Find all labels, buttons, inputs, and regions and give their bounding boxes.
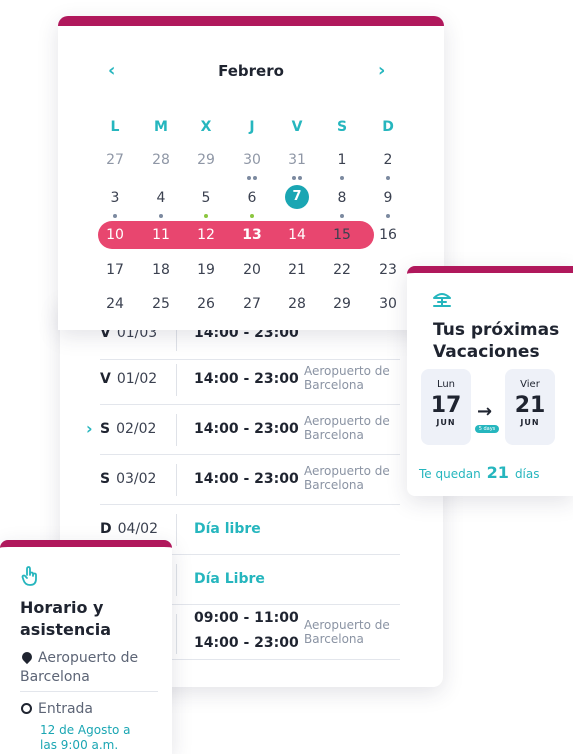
calendar-day[interactable]: 5 — [191, 186, 221, 218]
schedule-time: 14:00 - 23:00 — [194, 371, 299, 387]
calendar-day[interactable]: 27 — [237, 292, 267, 318]
calendar-day[interactable]: 25 — [146, 292, 176, 318]
calendar-day[interactable]: 9 — [373, 186, 403, 218]
remaining-days: Te quedan 21 días — [419, 463, 540, 482]
attendance-card[interactable]: Horario y asistencia Aeropuerto de Barce… — [0, 540, 172, 754]
day-off-label: Día Libre — [194, 571, 265, 587]
clock-icon — [21, 703, 32, 714]
calendar-day[interactable]: 17 — [100, 258, 130, 284]
location-pin-icon — [19, 649, 35, 665]
schedule-time: 14:00 - 23:00 — [194, 471, 299, 487]
vacation-card[interactable]: Tus próximas Vacaciones Lun 17 JUN → 5 d… — [407, 266, 573, 496]
schedule-day: D 04/02 — [100, 521, 158, 537]
schedule-row[interactable]: V 01/02 14:00 - 23:00 Aeropuerto de Barce… — [100, 355, 400, 405]
calendar-card: ‹ Febrero › L M X J V S D 27 28 29 30 31… — [58, 16, 444, 330]
calendar-day[interactable]: 4 — [146, 186, 176, 218]
calendar-day[interactable]: 21 — [282, 258, 312, 284]
calendar-day[interactable]: 2 — [373, 148, 403, 180]
calendar-day-selected[interactable]: 12 — [191, 223, 221, 247]
weekday-label: V — [291, 119, 303, 135]
weekday-label: J — [249, 119, 255, 135]
schedule-time: 14:00 - 23:00 — [194, 635, 299, 651]
day-off-label: Día libre — [194, 521, 261, 537]
vacation-end-date: Vier 21 JUN — [505, 369, 555, 445]
calendar-day-selected[interactable]: 14 — [282, 223, 312, 247]
schedule-row[interactable]: S 03/02 14:00 - 23:00 Aeropuerto de Barce… — [100, 455, 400, 505]
calendar-day[interactable]: 30 — [373, 292, 403, 318]
weekday-label: X — [200, 119, 212, 135]
hand-pointer-icon — [21, 566, 37, 586]
calendar-day[interactable]: 8 — [327, 186, 357, 218]
calendar-day[interactable]: 16 — [373, 223, 403, 249]
chevron-right-icon[interactable]: › — [378, 60, 385, 81]
schedule-place: Aeropuerto de Barcelona — [304, 364, 390, 392]
calendar-day-selected[interactable]: 10 — [100, 223, 130, 247]
schedule-place: Aeropuerto de Barcelona — [304, 414, 390, 442]
schedule-time: 09:00 - 11:00 — [194, 610, 299, 626]
schedule-time: 14:00 - 23:00 — [194, 421, 299, 437]
chevron-right-icon: › — [86, 419, 93, 438]
vacation-title: Tus próximas Vacaciones — [433, 320, 560, 362]
calendar-day[interactable]: 23 — [373, 258, 403, 284]
duration-badge: 5 days — [475, 425, 499, 433]
calendar-day-today[interactable]: 7 — [285, 185, 309, 209]
calendar-day[interactable]: 31 — [282, 148, 312, 180]
vacation-start-date: Lun 17 JUN — [421, 369, 471, 445]
calendar-day[interactable]: 19 — [191, 258, 221, 284]
entry-label: Entrada — [20, 701, 93, 717]
calendar-day[interactable]: 24 — [100, 292, 130, 318]
calendar-day[interactable]: 20 — [237, 258, 267, 284]
calendar-day[interactable]: 3 — [100, 186, 130, 218]
calendar-day-selected[interactable]: 11 — [146, 223, 176, 247]
calendar-day[interactable]: 28 — [282, 292, 312, 318]
calendar-day[interactable]: 29 — [327, 292, 357, 318]
schedule-day: S 02/02 — [100, 421, 157, 437]
schedule-day: S 03/02 — [100, 471, 157, 487]
attendance-location: Aeropuerto de Barcelona — [19, 649, 139, 685]
schedule-place: Aeropuerto de Barcelona — [304, 618, 390, 646]
calendar-day[interactable]: 30 — [237, 148, 267, 180]
weekday-label: S — [336, 119, 348, 135]
schedule-place: Aeropuerto de Barcelona — [304, 464, 390, 492]
calendar-day[interactable]: 22 — [327, 258, 357, 284]
arrow-right-icon: → — [477, 401, 493, 422]
schedule-day: V 01/02 — [100, 371, 158, 387]
calendar-day[interactable]: 29 — [191, 148, 221, 174]
calendar-day[interactable]: 1 — [327, 148, 357, 180]
calendar-day[interactable]: 15 — [327, 223, 357, 249]
attendance-title: Horario y asistencia — [20, 598, 111, 639]
calendar-day[interactable]: 28 — [146, 148, 176, 174]
calendar-day[interactable]: 27 — [100, 148, 130, 174]
calendar-day[interactable]: 6 — [237, 186, 267, 218]
calendar-day-selected[interactable]: 13 — [237, 223, 267, 247]
weekday-label: L — [110, 119, 120, 135]
calendar-day[interactable]: 18 — [146, 258, 176, 284]
weekday-label: M — [154, 119, 168, 135]
month-title: Febrero — [218, 62, 284, 80]
schedule-row-selected[interactable]: › S 02/02 14:00 - 23:00 Aeropuerto de Bar… — [86, 405, 400, 455]
weekday-label: D — [382, 119, 394, 135]
calendar-day[interactable]: 26 — [191, 292, 221, 318]
umbrella-beach-icon — [433, 293, 451, 307]
entry-datetime: 12 de Agosto a las 9:00 a.m. — [40, 723, 131, 752]
